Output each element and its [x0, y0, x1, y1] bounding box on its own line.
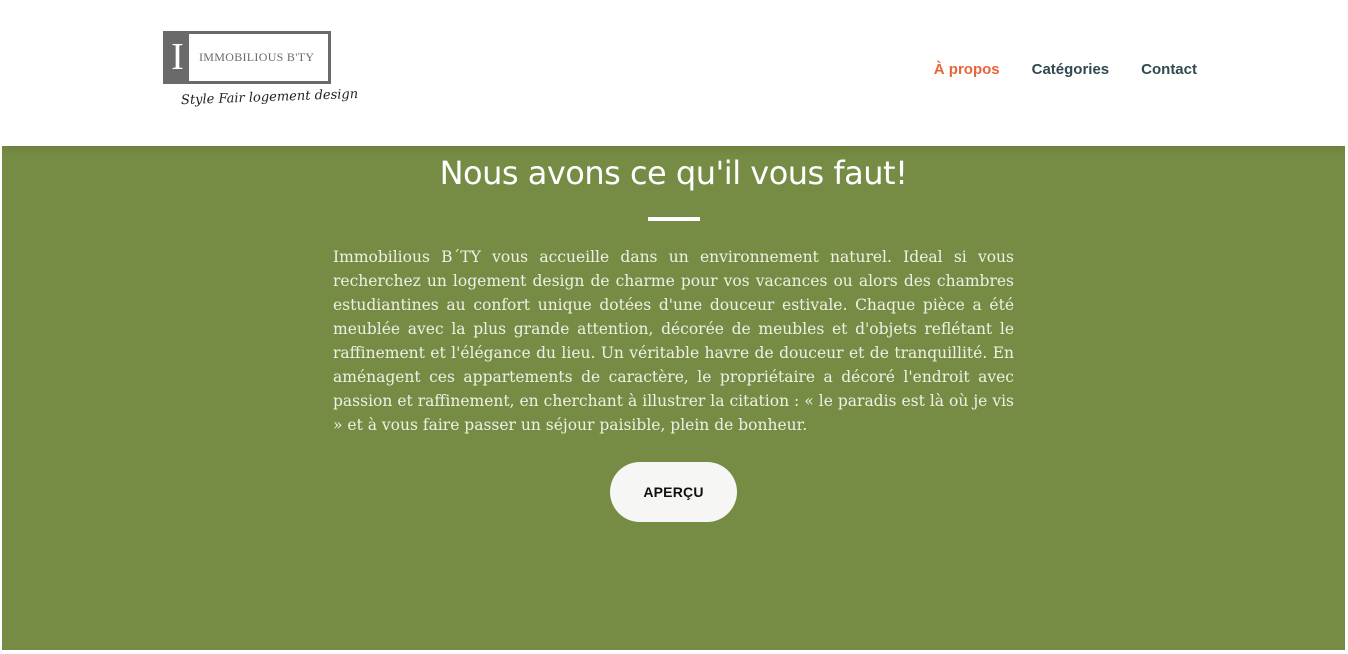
- site-header: I IMMOBILIOUS B'TY Style Fair logement d…: [2, 0, 1345, 146]
- page: I IMMOBILIOUS B'TY Style Fair logement d…: [2, 0, 1345, 650]
- nav-link-contact[interactable]: Contact: [1141, 61, 1197, 78]
- hero-description: Immobilious B´TY vous accueille dans un …: [333, 248, 1014, 434]
- nav-link-categories[interactable]: Catégories: [1032, 61, 1110, 78]
- apercu-button[interactable]: APERÇU: [610, 462, 737, 522]
- logo-tagline: Style Fair logement design: [180, 86, 359, 109]
- logo-name: IMMOBILIOUS B'TY: [199, 50, 315, 64]
- main-nav: À propos Catégories Contact: [934, 61, 1197, 78]
- nav-link-a-propos[interactable]: À propos: [934, 61, 1000, 78]
- hero-section: Nous avons ce qu'il vous faut! Immobilio…: [2, 146, 1345, 650]
- hero-title: Nous avons ce qu'il vous faut!: [439, 154, 908, 192]
- logo-initial: I: [166, 34, 189, 81]
- site-logo[interactable]: I IMMOBILIOUS B'TY Style Fair logement d…: [163, 31, 358, 115]
- title-divider: [648, 217, 700, 221]
